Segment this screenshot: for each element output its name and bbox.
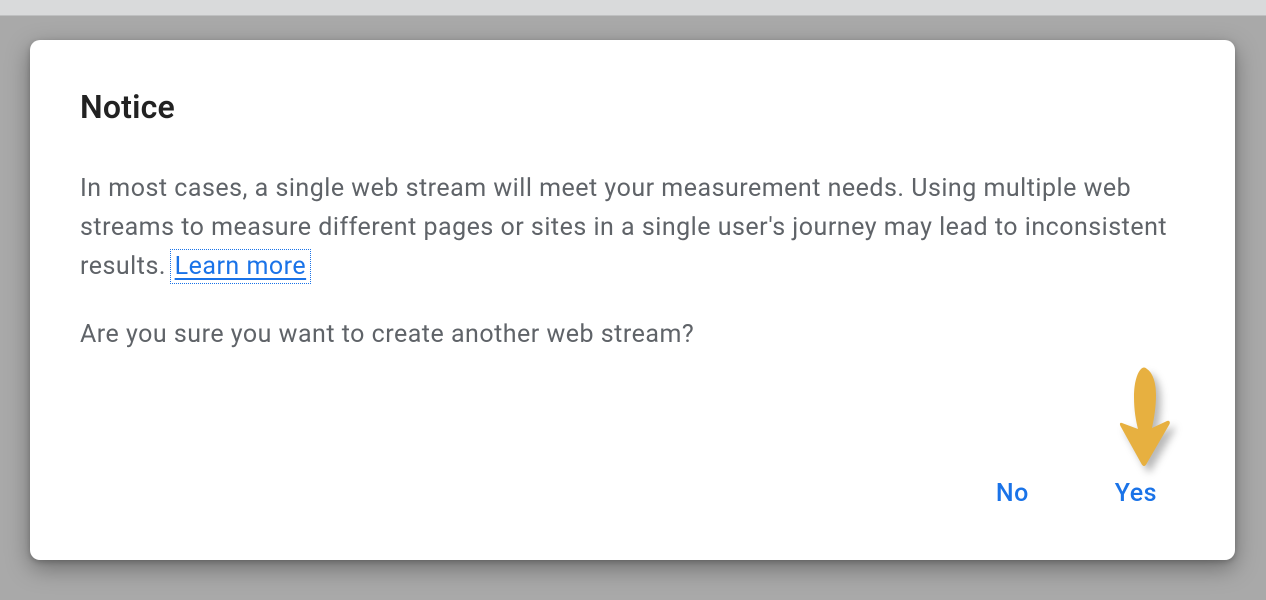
learn-more-link[interactable]: Learn more [173, 252, 308, 281]
confirmation-dialog: Notice In most cases, a single web strea… [30, 40, 1235, 560]
dialog-body-paragraph: In most cases, a single web stream will … [80, 170, 1185, 286]
dialog-actions: No Yes [80, 473, 1185, 524]
dialog-title: Notice [80, 88, 1185, 126]
yes-button[interactable]: Yes [1107, 473, 1165, 514]
no-button[interactable]: No [988, 473, 1037, 514]
background-toolbar [0, 0, 1266, 16]
dialog-confirm-question: Are you sure you want to create another … [80, 316, 1185, 355]
dialog-body: In most cases, a single web stream will … [80, 170, 1185, 385]
